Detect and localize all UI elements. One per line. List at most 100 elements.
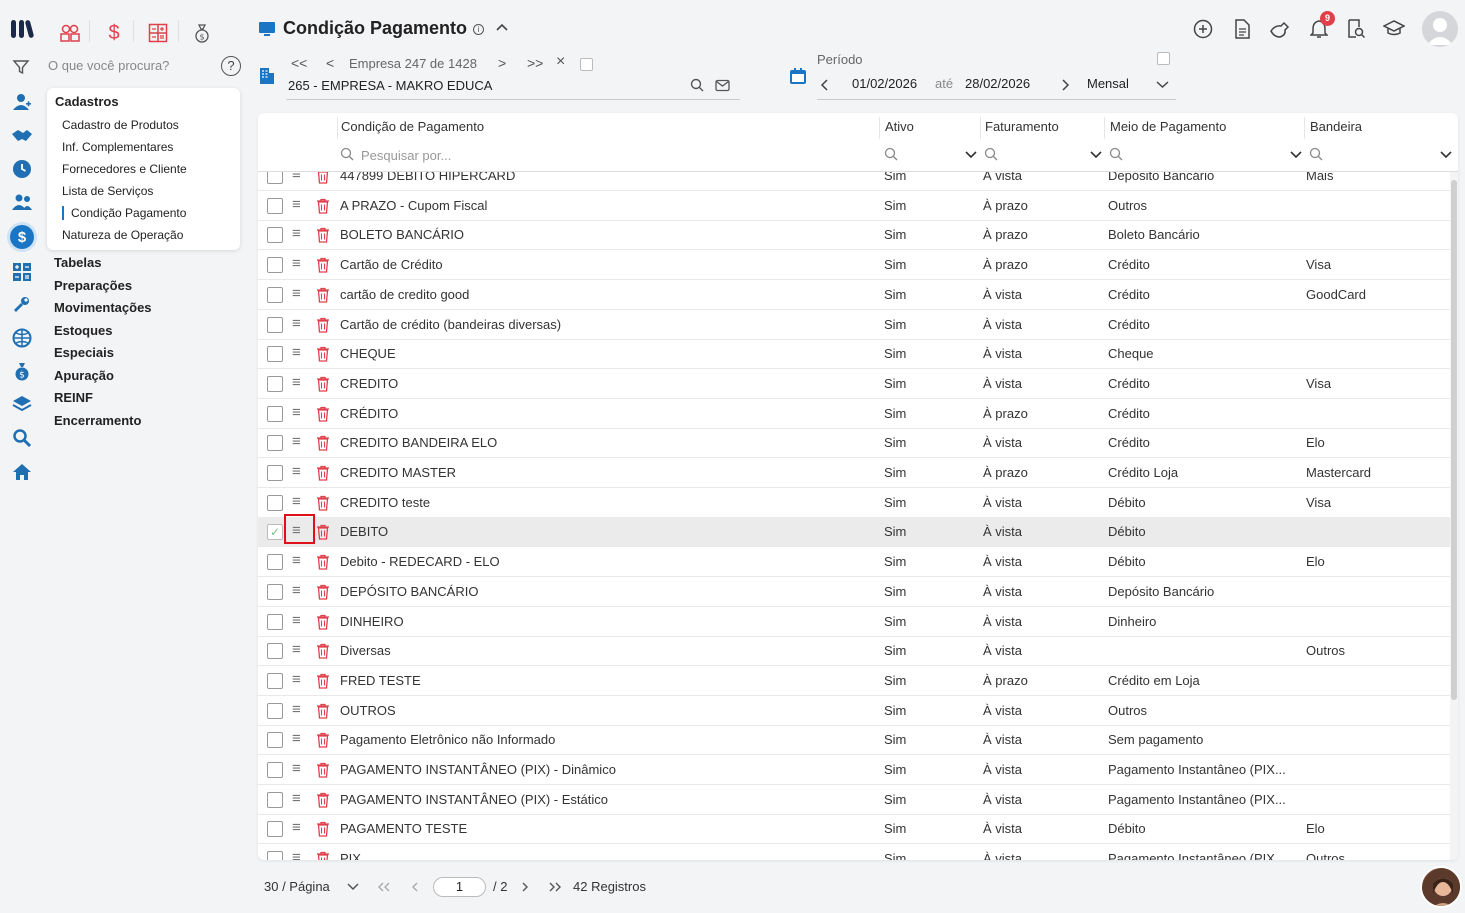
table-row[interactable]: ≡ DINHEIRO Sim À vista Dinheiro (258, 607, 1450, 637)
menu-item-tabelas[interactable]: Tabelas (54, 255, 101, 270)
table-row[interactable]: ≡ cartão de credito good Sim À vista Crédito… (258, 280, 1450, 310)
row-checkbox[interactable] (267, 435, 283, 452)
chevron-down-icon[interactable] (1156, 80, 1169, 89)
search-icon[interactable] (10, 426, 34, 450)
drag-handle-icon[interactable]: ≡ (292, 172, 304, 183)
trash-icon[interactable] (316, 614, 330, 630)
drag-handle-icon[interactable]: ≡ (292, 434, 304, 450)
trash-icon[interactable] (316, 346, 330, 362)
row-checkbox[interactable] (267, 791, 283, 808)
table-row[interactable]: ≡ PIX Sim À vista Pagamento Instantâneo (PIX… (258, 844, 1450, 860)
calculator-icon[interactable] (10, 260, 34, 284)
add-circle-icon[interactable] (1192, 18, 1214, 40)
trash-icon[interactable] (316, 406, 330, 422)
row-checkbox[interactable] (267, 732, 283, 749)
row-checkbox[interactable] (267, 405, 283, 422)
drag-handle-icon[interactable]: ≡ (292, 226, 304, 242)
trash-icon[interactable] (316, 198, 330, 214)
trash-icon[interactable] (316, 703, 330, 719)
table-row[interactable]: ≡ CHEQUE Sim À vista Cheque (258, 339, 1450, 370)
chevron-down-icon[interactable] (965, 151, 977, 159)
trash-icon[interactable] (316, 524, 330, 541)
row-checkbox[interactable] (267, 643, 283, 660)
search-icon[interactable] (690, 78, 704, 92)
submenu-item-cadastro-produtos[interactable]: Cadastro de Produtos (62, 118, 179, 132)
trash-icon[interactable] (316, 257, 330, 273)
prev-page-icon[interactable] (411, 882, 419, 892)
menu-item-reinf[interactable]: REINF (54, 390, 93, 405)
close-icon[interactable]: × (556, 53, 565, 71)
table-row[interactable]: ≡ Diversas Sim À vista Outros (258, 636, 1450, 667)
assistant-avatar[interactable] (1420, 866, 1462, 908)
drag-handle-icon[interactable]: ≡ (292, 850, 304, 860)
submenu-item-fornecedores[interactable]: Fornecedores e Cliente (62, 162, 187, 176)
menu-item-especiais[interactable]: Especiais (54, 345, 114, 360)
chevron-down-icon[interactable] (1290, 151, 1302, 159)
user-avatar[interactable] (1422, 11, 1458, 47)
first-company-button[interactable]: << (291, 55, 307, 71)
row-checkbox[interactable] (267, 613, 283, 630)
row-checkbox[interactable]: ✓ (267, 524, 283, 541)
menu-item-estoques[interactable]: Estoques (54, 323, 113, 338)
submenu-item-condicao-pagamento[interactable]: Condição Pagamento (62, 206, 186, 220)
drag-handle-icon[interactable]: ≡ (292, 315, 304, 332)
graduation-cap-icon[interactable] (1383, 18, 1405, 40)
submenu-item-natureza-operacao[interactable]: Natureza de Operação (62, 228, 183, 242)
company-name[interactable]: 265 - EMPRESA - MAKRO EDUCA (288, 78, 492, 93)
table-row[interactable]: ≡ Debito - REDECARD - ELO Sim À vista Débito… (258, 547, 1450, 578)
chevron-down-icon[interactable] (1440, 151, 1452, 159)
trash-icon[interactable] (316, 732, 330, 748)
trash-icon[interactable] (316, 465, 330, 481)
column-header-faturamento[interactable]: Faturamento (985, 119, 1059, 134)
trash-icon[interactable] (316, 851, 330, 860)
table-row[interactable]: ≡ Cartão de crédito (bandeiras diversas) S… (258, 310, 1450, 340)
tools-icon[interactable] (10, 293, 34, 317)
menu-item-encerramento[interactable]: Encerramento (54, 413, 141, 428)
user-add-icon[interactable] (10, 90, 34, 114)
drag-handle-icon[interactable]: ≡ (292, 731, 304, 747)
row-checkbox[interactable] (267, 554, 283, 571)
trash-icon[interactable] (316, 821, 330, 838)
table-row[interactable]: ≡ A PRAZO - Cupom Fiscal Sim À prazo Outros (258, 191, 1450, 221)
table-row[interactable]: ≡ Pagamento Eletrônico não Informado Sim À … (258, 725, 1450, 756)
row-checkbox[interactable] (267, 286, 283, 303)
menu-item-preparacoes[interactable]: Preparações (54, 278, 132, 293)
next-period-icon[interactable] (1060, 79, 1070, 91)
column-header-condicao[interactable]: Condição de Pagamento (341, 119, 484, 134)
drag-handle-icon[interactable]: ≡ (292, 404, 304, 421)
trash-icon[interactable] (316, 643, 330, 659)
trash-icon[interactable] (316, 554, 330, 570)
row-checkbox[interactable] (267, 197, 283, 214)
table-row[interactable]: ≡ CREDITO teste Sim À vista Débito Visa (258, 488, 1450, 518)
drag-handle-icon[interactable]: ≡ (292, 345, 304, 361)
table-row[interactable]: ≡ BOLETO BANCÁRIO Sim À prazo Boleto Bancári… (258, 220, 1450, 251)
column-header-meio[interactable]: Meio de Pagamento (1110, 119, 1226, 134)
drag-handle-icon[interactable]: ≡ (292, 642, 304, 658)
trash-icon[interactable] (316, 435, 330, 451)
row-checkbox[interactable] (267, 465, 283, 481)
trash-icon[interactable] (316, 792, 330, 808)
table-row[interactable]: ≡ CRÉDITO Sim À prazo Crédito (258, 399, 1450, 429)
trash-icon[interactable] (316, 495, 330, 511)
column-header-ativo[interactable]: Ativo (885, 119, 914, 134)
row-checkbox[interactable] (267, 172, 283, 184)
chevron-down-icon[interactable] (1090, 151, 1102, 159)
dollar-circle-icon[interactable]: $ (10, 225, 34, 249)
trash-icon[interactable] (316, 762, 330, 778)
period-checkbox[interactable] (1157, 52, 1170, 65)
document-icon[interactable] (1231, 18, 1253, 40)
money-bag-icon[interactable]: $ (189, 20, 215, 46)
period-start[interactable]: 01/02/2026 (852, 76, 917, 91)
menu-item-apuracao[interactable]: Apuração (54, 368, 114, 383)
table-row[interactable]: ≡ CREDITO MASTER Sim À prazo Crédito Loja Mas… (258, 458, 1450, 488)
submenu-item-lista-servicos[interactable]: Lista de Serviços (62, 184, 153, 198)
drag-handle-icon[interactable]: ≡ (292, 701, 304, 718)
scrollbar[interactable] (1450, 172, 1458, 860)
table-row[interactable]: ≡ Cartão de Crédito Sim À prazo Crédito Visa (258, 250, 1450, 281)
table-row[interactable]: ≡ PAGAMENTO INSTANTÂNEO (PIX) - Dinâmico S… (258, 755, 1450, 785)
drag-handle-icon[interactable]: ≡ (292, 671, 304, 688)
drag-handle-icon[interactable]: ≡ (292, 553, 304, 569)
table-row[interactable]: ✓ ≡ DEBITO Sim À vista Débito (258, 517, 1450, 548)
mail-icon[interactable] (715, 79, 730, 92)
trash-icon[interactable] (316, 376, 330, 392)
